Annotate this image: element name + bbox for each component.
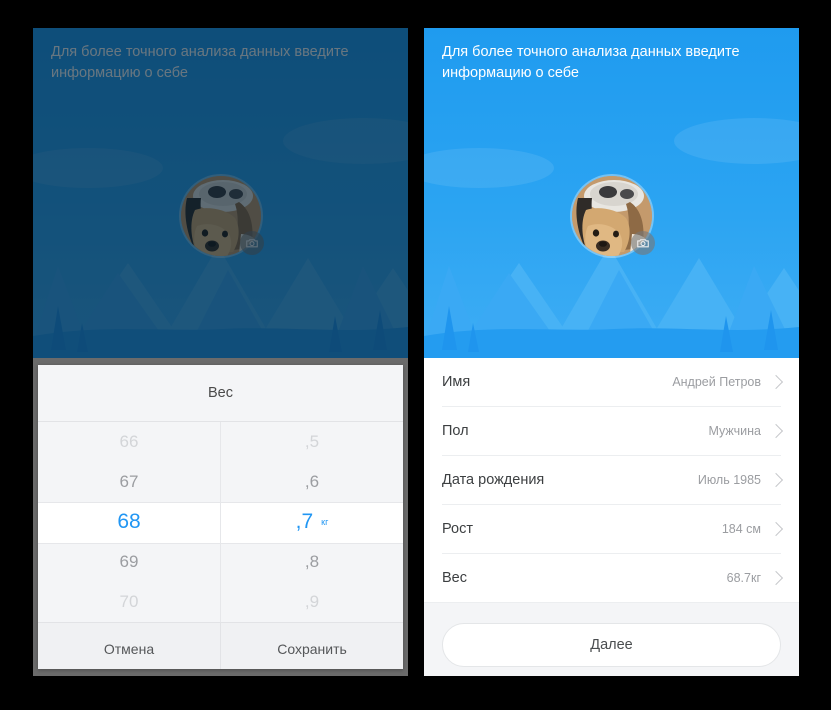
picker-option[interactable]: 70 [38, 582, 220, 622]
camera-icon[interactable] [630, 231, 655, 255]
picker-body: 66 67 68 69 70 ,5 ,6 ,7 кг ,8 ,9 [38, 422, 403, 622]
picker-actions: Отмена Сохранить [38, 622, 403, 669]
list-item-birthdate[interactable]: Дата рождения Июль 1985 [442, 456, 784, 505]
row-value: Мужчина [708, 424, 761, 438]
row-label: Пол [442, 423, 469, 439]
row-value: Андрей Петров [672, 375, 761, 389]
hero-title: Для более точного анализа данных введите… [442, 44, 740, 81]
row-value: 184 см [721, 522, 761, 536]
cancel-button[interactable]: Отмена [38, 623, 220, 669]
next-button[interactable]: Далее [442, 623, 781, 667]
modal-scrim[interactable] [33, 28, 408, 358]
avatar[interactable] [571, 176, 655, 256]
chevron-right-icon [768, 423, 784, 439]
chevron-right-icon [768, 472, 784, 488]
list-bottom-spacer [424, 602, 799, 623]
picker-option[interactable]: 67 [38, 462, 220, 502]
row-label: Имя [442, 374, 471, 390]
picker-option-selected[interactable]: ,7 кг [221, 502, 403, 542]
picker-option[interactable]: ,5 [221, 422, 403, 462]
profile-list: Имя Андрей Петров Пол Мужчина Дата рожде… [424, 358, 799, 602]
picker-title: Вес [38, 365, 403, 422]
picker-column-decimal[interactable]: ,5 ,6 ,7 кг ,8 ,9 [220, 422, 403, 622]
phone-panel-right: Для более точного анализа данных введите… [424, 28, 799, 676]
picker-option-selected[interactable]: 68 [38, 502, 220, 542]
picker-column-integer[interactable]: 66 67 68 69 70 [38, 422, 220, 622]
cloud-shape [424, 148, 554, 188]
list-item-name[interactable]: Имя Андрей Петров [442, 358, 784, 407]
picker-selected-decimal: ,7 [295, 510, 314, 533]
picker-option[interactable]: ,8 [221, 542, 403, 582]
list-item-weight[interactable]: Вес 68.7кг [442, 554, 784, 602]
picker-option[interactable]: 66 [38, 422, 220, 462]
save-button[interactable]: Сохранить [220, 623, 403, 669]
row-value: Июль 1985 [697, 473, 761, 487]
picker-unit-label: кг [321, 517, 329, 527]
phone-panel-left: Для более точного анализа данных введите… [33, 28, 408, 676]
weight-picker-dialog: Вес 66 67 68 69 70 ,5 ,6 ,7 кг ,8 ,9 Отме… [38, 365, 403, 669]
picker-option[interactable]: ,9 [221, 582, 403, 622]
hero-right: Для более точного анализа данных введите… [424, 28, 799, 358]
chevron-right-icon [768, 521, 784, 537]
picker-option[interactable]: ,6 [221, 462, 403, 502]
footer: Далее [424, 623, 799, 676]
row-label: Рост [442, 521, 473, 537]
picker-option[interactable]: 69 [38, 542, 220, 582]
chevron-right-icon [768, 570, 784, 586]
row-value: 68.7кг [726, 571, 761, 585]
list-item-gender[interactable]: Пол Мужчина [442, 407, 784, 456]
cloud-shape [674, 118, 799, 164]
chevron-right-icon [768, 374, 784, 390]
row-label: Дата рождения [442, 472, 545, 488]
list-item-height[interactable]: Рост 184 см [442, 505, 784, 554]
row-label: Вес [442, 570, 467, 586]
